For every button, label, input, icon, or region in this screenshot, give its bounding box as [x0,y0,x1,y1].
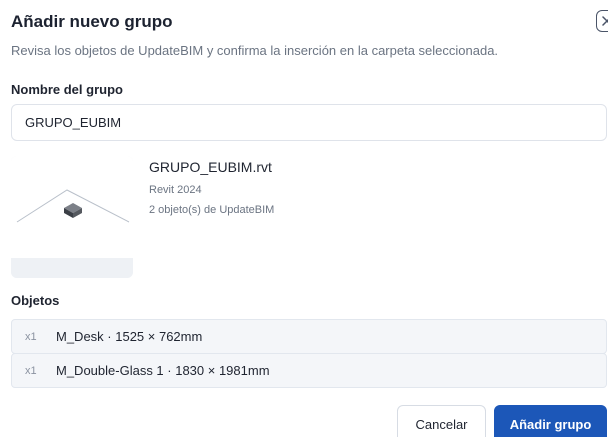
dialog-title: Añadir nuevo grupo [11,12,173,31]
objects-label: Objetos [11,293,60,308]
file-name: GRUPO_EUBIM.rvt [149,159,272,175]
cancel-button[interactable]: Cancelar [397,405,486,437]
file-object-count: 2 objeto(s) de UpdateBIM [149,204,275,216]
list-item: x1 M_Double-Glass 1 · 1830 × 1981mm [11,353,607,388]
object-quantity: x1 [25,364,37,377]
group-name-input[interactable] [11,104,607,141]
file-version: Revit 2024 [149,184,202,196]
add-group-dialog: Añadir nuevo grupo Revisa los objetos de… [0,0,608,437]
objects-list: x1 M_Desk · 1525 × 762mm x1 M_Double-Gla… [11,319,607,388]
add-group-button[interactable]: Añadir grupo [494,405,607,437]
dialog-subtitle: Revisa los objetos de UpdateBIM y confir… [11,43,499,58]
close-button[interactable] [596,10,608,32]
file-thumbnail [11,156,133,278]
list-item: x1 M_Desk · 1525 × 762mm [11,319,607,354]
close-icon [602,16,608,26]
group-name-label: Nombre del grupo [11,82,123,97]
object-name: M_Double-Glass 1 · 1830 × 1981mm [56,363,270,378]
object-quantity: x1 [25,330,37,343]
object-name: M_Desk · 1525 × 762mm [56,329,203,344]
